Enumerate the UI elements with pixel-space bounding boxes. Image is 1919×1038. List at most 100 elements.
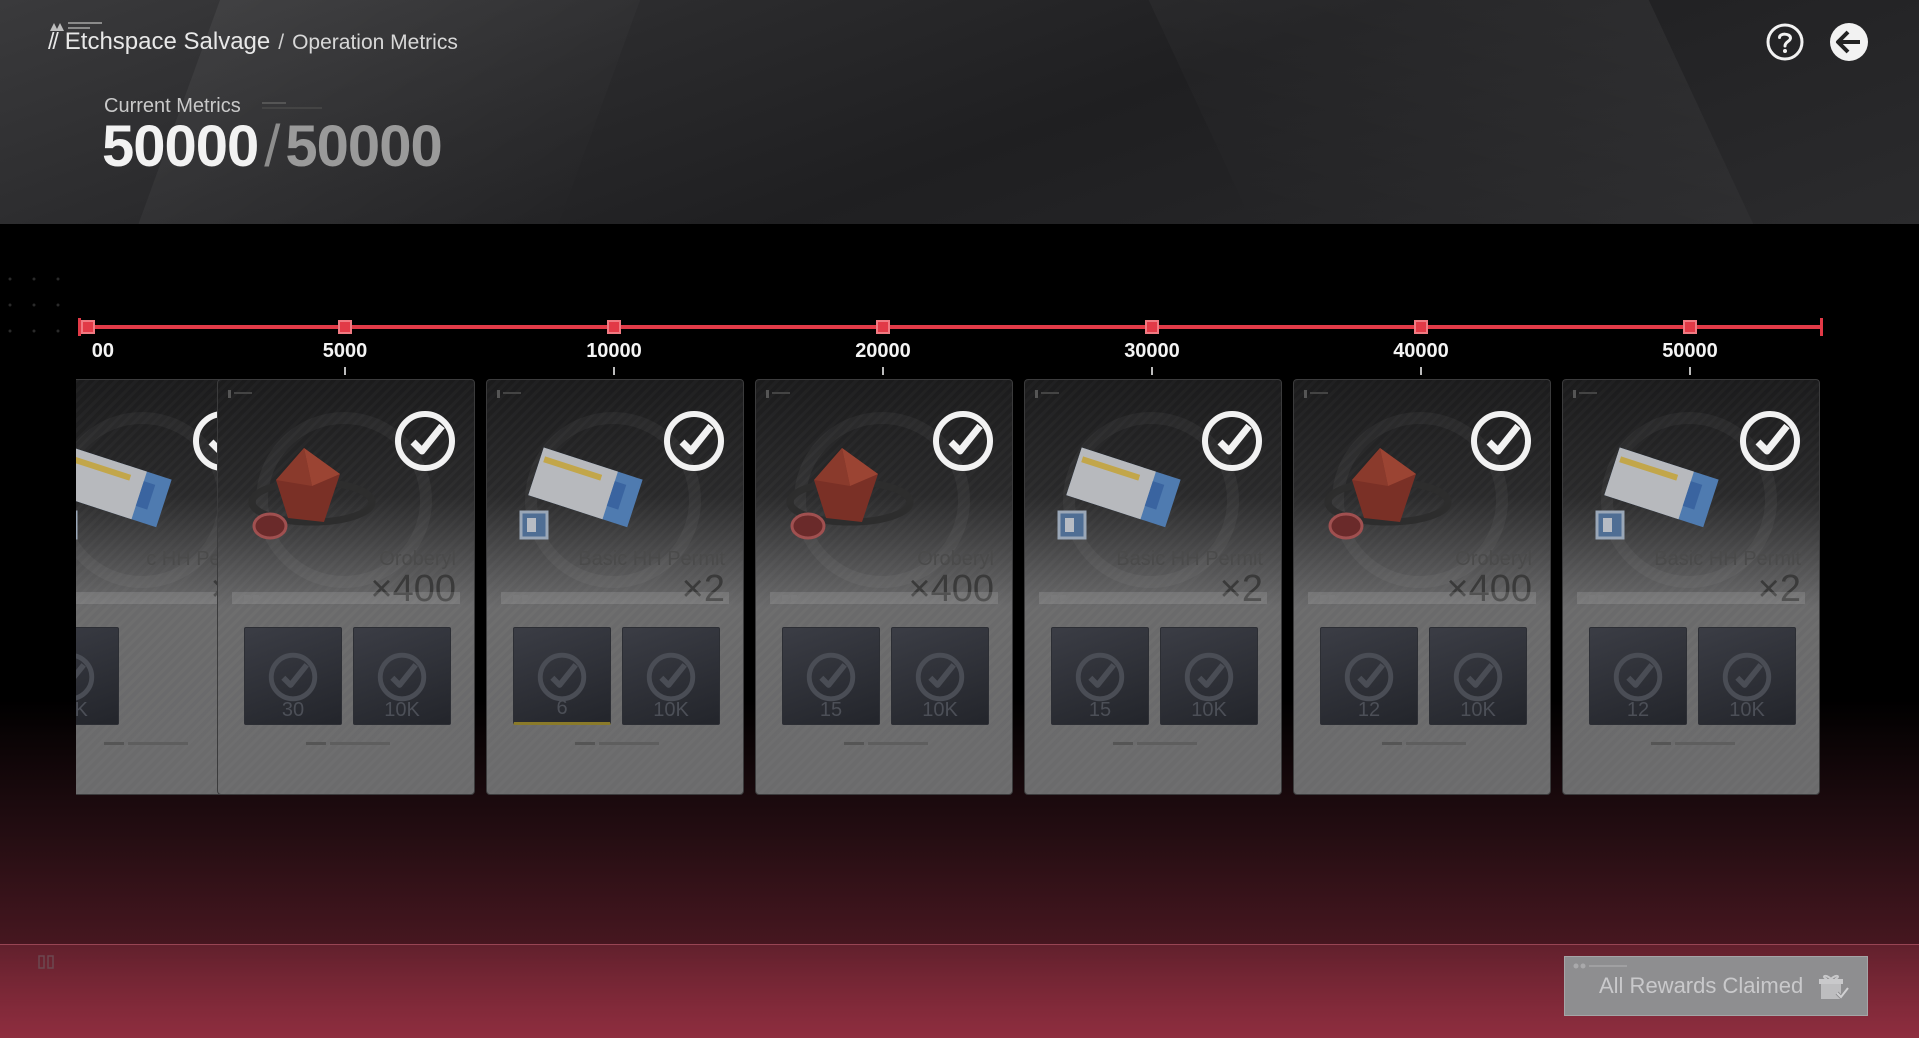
claimed-check-icon [1453, 652, 1503, 702]
reward-quantity: ×400 [370, 568, 456, 610]
claimed-check-icon [1075, 652, 1125, 702]
claimed-check-icon [1184, 652, 1234, 702]
track-node [876, 320, 890, 334]
claimed-check-icon [377, 652, 427, 702]
card-bar-mark [1589, 595, 1604, 601]
rewards-carousel[interactable]: c HH Permit ×2 10K [76, 376, 1836, 806]
oroberyl-icon [244, 440, 384, 550]
track-node [1145, 320, 1159, 334]
card-bar [501, 592, 729, 604]
track-tick-label: 50000 [1662, 340, 1718, 362]
reward-card[interactable]: Oroberyl ×400 30 10K [217, 379, 475, 795]
sub-reward-slot[interactable]: 10K [1698, 627, 1796, 725]
card-footer-decoration [306, 742, 390, 745]
track-node [1683, 320, 1697, 334]
claimed-check-icon [1739, 410, 1801, 472]
track-tick-stub [882, 367, 884, 375]
sub-reward-count: 10K [1729, 699, 1765, 721]
sub-reward-slot[interactable]: 10K [622, 627, 720, 725]
reward-card[interactable]: Oroberyl ×400 12 10K [1293, 379, 1551, 795]
help-button[interactable] [1765, 22, 1805, 62]
sub-reward-count: 10K [1460, 699, 1496, 721]
card-bar [770, 592, 998, 604]
track-node [338, 320, 352, 334]
metrics-decoration [262, 102, 322, 109]
claim-all-label: All Rewards Claimed [1599, 973, 1804, 998]
sub-reward-slot[interactable]: 6 [513, 627, 611, 725]
dots-decoration [8, 277, 60, 333]
sub-reward-slot[interactable]: 10K [76, 627, 119, 725]
claimed-check-icon [806, 652, 856, 702]
oroberyl-icon [782, 440, 922, 550]
card-bar-mark [513, 595, 528, 601]
card-footer-decoration [844, 742, 928, 745]
permit-icon [1051, 440, 1191, 550]
sub-reward-slot[interactable]: 10K [353, 627, 451, 725]
breadcrumb: // Etchspace Salvage / Operation Metrics [48, 28, 458, 56]
permit-icon [76, 440, 182, 550]
card-corner-tag [1304, 390, 1328, 398]
back-arrow-icon [1830, 23, 1868, 61]
claimed-check-icon [268, 652, 318, 702]
permit-icon [1589, 440, 1729, 550]
card-corner-tag [1035, 390, 1059, 398]
sub-reward-slot[interactable]: 15 [782, 627, 880, 725]
card-footer-decoration [575, 742, 659, 745]
reward-card[interactable]: Basic HH Permit ×2 6 10K [486, 379, 744, 795]
metrics-max: 50000 [285, 114, 442, 179]
card-bar [232, 592, 460, 604]
sub-reward-slot[interactable]: 15 [1051, 627, 1149, 725]
sub-reward-count: 10K [76, 699, 88, 721]
track-tick-label: 30000 [1124, 340, 1180, 362]
track-tick-stub [613, 367, 615, 375]
back-button[interactable] [1829, 22, 1869, 62]
track-tick-label: 00 [91, 340, 114, 362]
reward-quantity: ×2 [681, 568, 725, 610]
breadcrumb-subtitle: Operation Metrics [292, 31, 458, 54]
button-decoration [1573, 963, 1627, 969]
track-tick-stub [1689, 367, 1691, 375]
sub-reward-count: 10K [922, 699, 958, 721]
card-corner-tag [228, 390, 252, 398]
track-node [81, 320, 95, 334]
sub-reward-slot[interactable]: 10K [1429, 627, 1527, 725]
reward-quantity: ×400 [908, 568, 994, 610]
permit-icon [513, 440, 653, 550]
card-bar [1039, 592, 1267, 604]
claimed-check-icon [76, 652, 95, 702]
claimed-check-icon [663, 410, 725, 472]
pause-icon[interactable] [38, 955, 54, 969]
track-tick-label: 5000 [322, 340, 368, 362]
claimed-check-icon [915, 652, 965, 702]
oroberyl-icon [1320, 440, 1460, 550]
track-tick-label: 40000 [1393, 340, 1449, 362]
sub-reward-slot[interactable]: 10K [891, 627, 989, 725]
reward-card[interactable]: Basic HH Permit ×2 12 10K [1562, 379, 1820, 795]
card-footer-decoration [1382, 742, 1466, 745]
claim-all-button[interactable]: All Rewards Claimed [1564, 956, 1868, 1016]
reward-quantity: ×2 [1757, 568, 1801, 610]
header-decor [1139, 0, 1761, 224]
reward-card[interactable]: Oroberyl ×400 15 10K [755, 379, 1013, 795]
reward-card[interactable]: Basic HH Permit ×2 15 10K [1024, 379, 1282, 795]
claimed-check-icon [1722, 652, 1772, 702]
gift-icon [1819, 974, 1849, 1001]
card-corner-tag [1573, 390, 1597, 398]
card-corner-tag [497, 390, 521, 398]
claimed-check-icon [932, 410, 994, 472]
sub-reward-slot[interactable]: 12 [1320, 627, 1418, 725]
card-bar [1308, 592, 1536, 604]
card-bar-mark [244, 595, 259, 601]
breadcrumb-title[interactable]: Etchspace Salvage [65, 28, 270, 56]
track-tick-stub [1151, 367, 1153, 375]
sub-reward-slot[interactable]: 10K [1160, 627, 1258, 725]
track-node [1414, 320, 1428, 334]
sub-reward-slot[interactable]: 30 [244, 627, 342, 725]
track-node [607, 320, 621, 334]
card-bar-mark [1320, 595, 1335, 601]
claimed-check-icon [394, 410, 456, 472]
sub-reward-slot[interactable]: 12 [1589, 627, 1687, 725]
claimed-check-icon [1201, 410, 1263, 472]
sub-reward-count: 10K [653, 699, 689, 721]
sub-reward-count: 12 [1357, 699, 1381, 721]
